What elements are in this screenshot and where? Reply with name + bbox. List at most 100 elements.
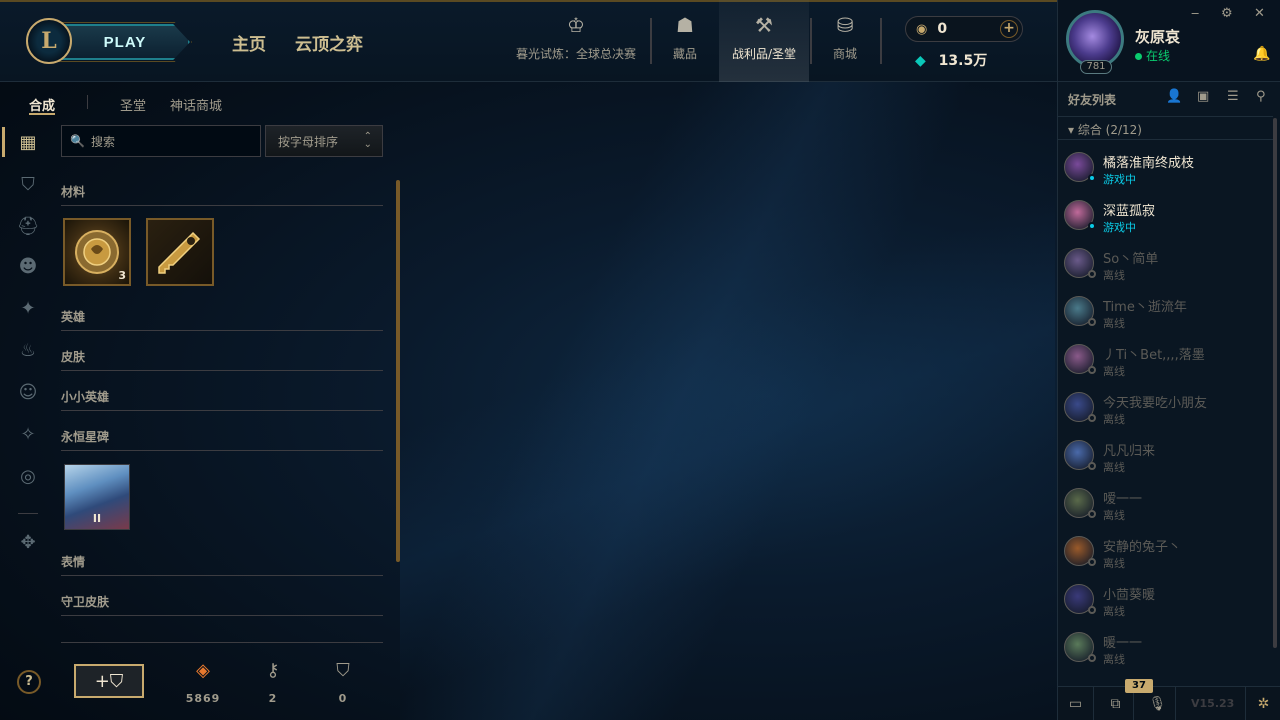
sort-dropdown[interactable]: 按字母排序 ⌃ ⌄ xyxy=(265,125,383,157)
friend-name: Time丶逝流年 xyxy=(1103,300,1187,315)
friend-status: 离线 xyxy=(1103,509,1125,522)
summoner-name[interactable]: 灰原哀 xyxy=(1135,26,1180,47)
summoner-level: 781 xyxy=(1080,60,1112,74)
client-window: L PLAY 主页 云顶之弈 ♔ 暮光试炼：全球总决赛 ☗ 藏品 ⚒ 战利品/圣… xyxy=(0,0,1280,720)
little-legend-icon[interactable]: ♨ xyxy=(10,332,46,368)
status-dot-icon xyxy=(1088,654,1096,662)
friend-group-general[interactable]: ▾ 综合 (2/12) xyxy=(1058,116,1273,140)
friends-bottom-bar: ▭ ⧉ 37 🎙 V15.23 ✲ xyxy=(1058,679,1280,720)
friend-name: 深蓝孤寂 xyxy=(1103,204,1156,219)
tft-icon[interactable]: ✥ xyxy=(10,524,46,560)
chest-icon[interactable]: ⛉ xyxy=(10,166,46,202)
blue-essence-balance: ◆ 13.5万 xyxy=(915,50,987,70)
skin-mask-icon[interactable]: ☻ xyxy=(10,248,46,284)
emote-icon[interactable]: ☺ xyxy=(10,374,46,410)
friend-name: 小茴葵暖 xyxy=(1103,588,1156,603)
friend-row[interactable]: 凡凡归来 离线 xyxy=(1058,430,1273,478)
friend-row[interactable]: 橘落淮南终成枝 游戏中 xyxy=(1058,142,1273,190)
loot-hammer-icon: ⚒ xyxy=(755,13,773,37)
nav-store[interactable]: ⛁ 商城 xyxy=(816,0,874,82)
mic-icon[interactable]: 🎙 xyxy=(1140,687,1176,720)
friend-name: 橘落淮南终成枝 xyxy=(1103,156,1195,171)
nav-worlds-event[interactable]: ♔ 暮光试炼：全球总决赛 xyxy=(512,0,640,82)
friend-status: 离线 xyxy=(1103,317,1125,330)
friend-row[interactable]: 丿Ti丶Bet,,,,落墨 离线 xyxy=(1058,334,1273,382)
status-indicator[interactable]: 在线 xyxy=(1135,47,1170,64)
nav-tft[interactable]: 云顶之弈 xyxy=(295,30,363,55)
category-champions[interactable]: 英雄 xyxy=(61,308,383,331)
category-emotes[interactable]: 表情 xyxy=(61,553,383,576)
tab-divider xyxy=(87,95,88,109)
loot-scrollbar[interactable] xyxy=(396,180,400,562)
search-box[interactable]: 🔍 搜索 xyxy=(61,125,261,157)
be-value: 13.5万 xyxy=(938,53,988,69)
nav-divider xyxy=(650,18,652,64)
category-skins[interactable]: 皮肤 xyxy=(61,348,383,371)
chevron-down-icon: ▾ xyxy=(1068,123,1075,137)
tab-mythic-shop[interactable]: 神话商城 xyxy=(170,95,222,114)
nav-label: 暮光试炼：全球总决赛 xyxy=(515,47,636,61)
settings-gear-icon[interactable]: ⚙ xyxy=(1221,6,1233,21)
orange-essence-icon: ◈ xyxy=(196,660,210,681)
friend-row[interactable]: 暖一一 离线 xyxy=(1058,622,1273,670)
category-ward-skins[interactable]: 守卫皮肤 xyxy=(61,593,383,616)
friend-row[interactable]: 安静的兔子丶 离线 xyxy=(1058,526,1273,574)
tab-sanctum[interactable]: 圣堂 xyxy=(120,95,146,114)
top-navigation-bar: L PLAY 主页 云顶之弈 ♔ 暮光试炼：全球总决赛 ☗ 藏品 ⚒ 战利品/圣… xyxy=(0,0,1057,82)
ward-icon[interactable]: ✦ xyxy=(10,290,46,326)
nav-home[interactable]: 主页 xyxy=(232,30,266,55)
status-dot-icon xyxy=(1088,462,1096,470)
help-button[interactable]: ? xyxy=(17,670,41,694)
nav-divider xyxy=(880,18,882,64)
add-folder-icon[interactable]: ▣ xyxy=(1197,89,1209,104)
status-dot-icon xyxy=(1088,414,1096,422)
grid-icon[interactable]: ▦ xyxy=(2,124,46,160)
league-logo-icon[interactable]: L xyxy=(26,18,72,64)
status-dot-icon xyxy=(1088,366,1096,374)
icon-portrait-icon[interactable]: ◎ xyxy=(10,458,46,494)
friend-row[interactable]: 深蓝孤寂 游戏中 xyxy=(1058,190,1273,238)
category-eternals[interactable]: 永恒星碑 xyxy=(61,428,383,451)
champion-helmet-icon[interactable]: ⛑ xyxy=(10,208,46,244)
friend-status: 离线 xyxy=(1103,461,1125,474)
friend-name: So丶简单 xyxy=(1103,252,1159,267)
eternals-icon[interactable]: ✧ xyxy=(10,416,46,452)
collection-bag-icon: ☗ xyxy=(676,13,694,37)
eternals-item-tile[interactable]: II xyxy=(64,464,130,530)
status-dot-icon xyxy=(1088,606,1096,614)
add-friend-icon[interactable]: 👤 xyxy=(1166,89,1182,104)
friend-row[interactable]: Time丶逝流年 离线 xyxy=(1058,286,1273,334)
search-icon: 🔍 xyxy=(70,134,85,148)
worlds-trophy-icon: ♔ xyxy=(567,13,585,37)
friend-row[interactable]: 小茴葵暖 离线 xyxy=(1058,574,1273,622)
list-view-icon[interactable]: ☰ xyxy=(1227,89,1239,104)
buy-rp-button[interactable]: + xyxy=(1000,20,1018,38)
hextech-chest-icon xyxy=(75,230,119,274)
craft-chest-button[interactable]: +⛉ xyxy=(74,664,144,698)
tab-crafting[interactable]: 合成 xyxy=(29,95,56,115)
chest-count-value: 0 xyxy=(338,692,348,705)
category-little-legends[interactable]: 小小英雄 xyxy=(61,388,383,411)
nav-divider xyxy=(810,18,812,64)
hextech-key-icon xyxy=(158,231,201,274)
chat-icon[interactable]: ▭ xyxy=(1058,687,1094,720)
friend-row[interactable]: So丶简单 离线 xyxy=(1058,238,1273,286)
hextech-key-tile[interactable] xyxy=(146,218,214,286)
friend-search-icon[interactable]: ⚲ xyxy=(1256,89,1266,104)
hextech-chest-tile[interactable]: 3 xyxy=(63,218,131,286)
key-fragment-value: 2 xyxy=(268,692,278,705)
orange-essence-counter: ◈ 5869 xyxy=(183,660,223,705)
notification-bell-icon[interactable]: 🔔 xyxy=(1253,46,1270,62)
minimize-icon[interactable]: ‒ xyxy=(1191,6,1199,21)
nav-loot[interactable]: ⚒ 战利品/圣堂 xyxy=(719,0,809,82)
friend-row[interactable]: 嗳一一 离线 xyxy=(1058,478,1273,526)
search-input[interactable]: 搜索 xyxy=(91,133,115,150)
friends-scrollbar[interactable] xyxy=(1273,118,1277,648)
friend-status: 离线 xyxy=(1103,365,1125,378)
friend-row[interactable]: 今天我要吃小朋友 离线 xyxy=(1058,382,1273,430)
nav-collection[interactable]: ☗ 藏品 xyxy=(656,0,714,82)
chest-count-icon: ⛉ xyxy=(336,660,350,681)
status-dot-icon xyxy=(1088,270,1096,278)
close-icon[interactable]: ✕ xyxy=(1254,6,1265,21)
bug-report-icon[interactable]: ✲ xyxy=(1245,687,1280,720)
